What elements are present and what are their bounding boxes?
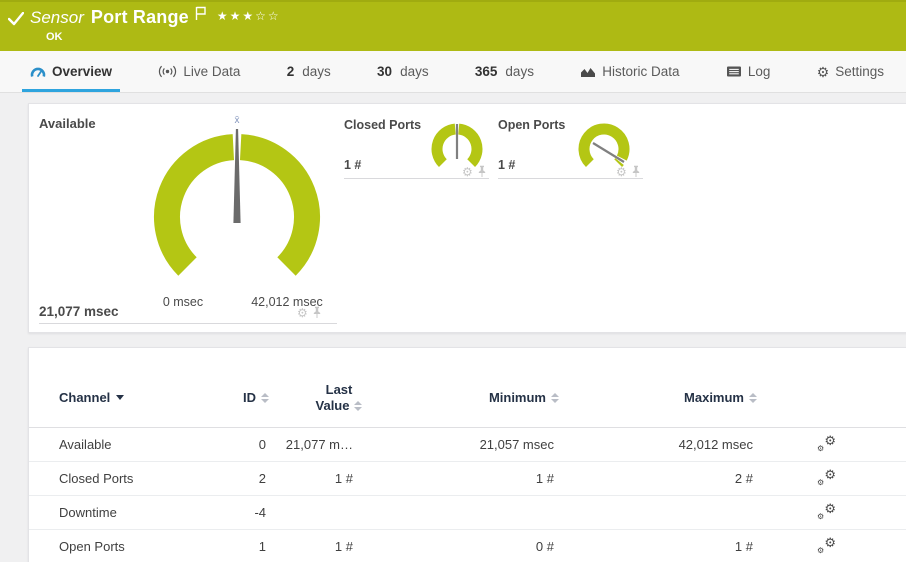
priority-flag-icon[interactable] xyxy=(195,6,207,21)
cell-minimum: 0 # xyxy=(535,539,554,554)
cell-id: 1 xyxy=(258,539,266,554)
available-gauge xyxy=(154,129,320,276)
column-header-minimum[interactable]: Minimum xyxy=(409,390,559,405)
gauge-available-label: Available xyxy=(39,116,96,131)
tab-365-days-number: 365 xyxy=(474,64,498,79)
tab-365-days[interactable]: 365 days xyxy=(467,51,542,92)
gauge-scale-min: 0 msec xyxy=(162,295,204,309)
channel-settings-icon[interactable]: ⚙ ⚙ xyxy=(817,434,837,454)
tab-overview[interactable]: Overview xyxy=(22,51,121,92)
tab-live-data-label: Live Data xyxy=(183,64,241,79)
channel-settings-icon[interactable]: ⚙ ⚙ xyxy=(817,468,837,488)
tab-2-days[interactable]: 2 days xyxy=(279,51,339,92)
channel-table-panel: Channel ID Last Value Minimum Maximum Av… xyxy=(28,347,906,562)
tab-log-label: Log xyxy=(747,64,771,79)
closed-ports-cell-tools: ⚙ xyxy=(462,165,487,178)
cell-id: -4 xyxy=(254,505,266,520)
tab-log[interactable]: Log xyxy=(718,51,779,92)
gauge-available-value: 21,077 msec xyxy=(39,304,119,319)
tab-settings[interactable]: ⚙ Settings xyxy=(809,51,892,92)
tab-settings-label: Settings xyxy=(835,64,884,79)
overview-gauge-icon xyxy=(30,65,46,79)
channel-settings-icon[interactable]: ⚙ ⚙ xyxy=(817,502,837,522)
prtg-sensor-page: Sensor Port Range ★★★☆☆ OK Overview Live… xyxy=(0,0,906,562)
table-row-open-ports[interactable]: Open Ports 1 1 # 0 # 1 # ⚙ ⚙ xyxy=(29,530,906,562)
available-cell-tools: ⚙ xyxy=(297,306,322,319)
cell-last-value: 21,077 m… xyxy=(285,437,353,452)
tab-historic-data-label: Historic Data xyxy=(602,64,680,79)
historic-data-chart-icon xyxy=(580,65,596,78)
column-header-last-label: Last xyxy=(325,382,353,397)
pin-icon[interactable] xyxy=(312,306,322,319)
priority-stars[interactable]: ★★★☆☆ xyxy=(217,9,281,23)
channel-settings-icon[interactable]: ⚙ ⚙ xyxy=(817,536,837,556)
column-header-maximum-label: Maximum xyxy=(684,390,744,405)
gauge-open-ports-label: Open Ports xyxy=(498,118,566,132)
gauge-open-ports-value: 1 # xyxy=(498,158,516,172)
sensor-header: Sensor Port Range ★★★☆☆ OK xyxy=(0,0,906,51)
settings-gear-icon: ⚙ xyxy=(816,63,830,80)
column-header-channel-label: Channel xyxy=(59,390,111,405)
open-ports-cell-tools: ⚙ xyxy=(616,165,641,178)
cell-divider xyxy=(39,323,337,324)
cell-maximum: 1 # xyxy=(734,539,753,554)
gauge-closed-ports-value: 1 # xyxy=(344,158,362,172)
table-row-available[interactable]: Available 0 21,077 m… 21,057 msec 42,012… xyxy=(29,428,906,462)
channel-table-header: Channel ID Last Value Minimum Maximum xyxy=(29,348,906,428)
column-header-channel[interactable]: Channel xyxy=(59,390,125,405)
sensor-title-row: Sensor Port Range ★★★☆☆ xyxy=(8,6,281,29)
table-row-closed-ports[interactable]: Closed Ports 2 1 # 1 # 2 # ⚙ ⚙ xyxy=(29,462,906,496)
channel-gear-icon[interactable]: ⚙ xyxy=(297,307,308,319)
pin-icon[interactable] xyxy=(631,165,641,178)
tab-bar: Overview Live Data 2 days 30 days 365 da… xyxy=(0,51,906,93)
tab-historic-data[interactable]: Historic Data xyxy=(572,51,687,92)
cell-divider xyxy=(498,178,643,179)
cell-minimum: 21,057 msec xyxy=(479,437,554,452)
tab-overview-label: Overview xyxy=(52,64,113,79)
channel-gear-icon[interactable]: ⚙ xyxy=(616,166,627,178)
sensor-status-badge: OK xyxy=(46,31,63,43)
status-check-icon xyxy=(8,11,24,26)
cell-minimum: 1 # xyxy=(535,471,554,486)
live-data-icon xyxy=(158,65,177,78)
column-header-maximum[interactable]: Maximum xyxy=(609,390,757,405)
gauge-closed-ports-label: Closed Ports xyxy=(344,118,422,132)
tab-30-days-label: days xyxy=(400,64,429,79)
log-list-icon xyxy=(726,65,742,78)
sort-carets-icon xyxy=(551,392,559,403)
overview-gauges-panel: Available x̄ 0 msec 42,012 msec 21,077 m… xyxy=(28,103,906,333)
tab-2-days-label: days xyxy=(302,64,331,79)
column-header-last-value[interactable]: Last Value xyxy=(284,382,394,414)
sort-carets-icon xyxy=(354,401,363,411)
tab-live-data[interactable]: Live Data xyxy=(150,51,248,92)
tab-30-days[interactable]: 30 days xyxy=(369,51,437,92)
cell-id: 0 xyxy=(258,437,266,452)
cell-last-value: 1 # xyxy=(334,471,353,486)
tab-2-days-number: 2 xyxy=(286,64,295,79)
sensor-type-label: Sensor xyxy=(30,7,84,27)
column-header-id-label: ID xyxy=(243,390,256,405)
channel-gear-icon[interactable]: ⚙ xyxy=(462,166,473,178)
sensor-name: Port Range xyxy=(90,7,189,27)
tab-30-days-number: 30 xyxy=(377,64,393,79)
column-header-value-label: Value xyxy=(315,398,350,413)
tab-365-days-label: days xyxy=(505,64,534,79)
cell-divider xyxy=(344,178,489,179)
cell-maximum: 2 # xyxy=(734,471,753,486)
column-header-minimum-label: Minimum xyxy=(488,390,546,405)
pin-icon[interactable] xyxy=(477,165,487,178)
column-header-id[interactable]: ID xyxy=(179,390,269,405)
cell-maximum: 42,012 msec xyxy=(678,437,753,452)
sort-carets-icon xyxy=(749,392,757,403)
cell-last-value: 1 # xyxy=(334,539,353,554)
sort-desc-icon xyxy=(116,395,125,400)
table-row-downtime[interactable]: Downtime -4 ⚙ ⚙ xyxy=(29,496,906,530)
cell-id: 2 xyxy=(258,471,266,486)
sort-carets-icon xyxy=(261,392,269,403)
